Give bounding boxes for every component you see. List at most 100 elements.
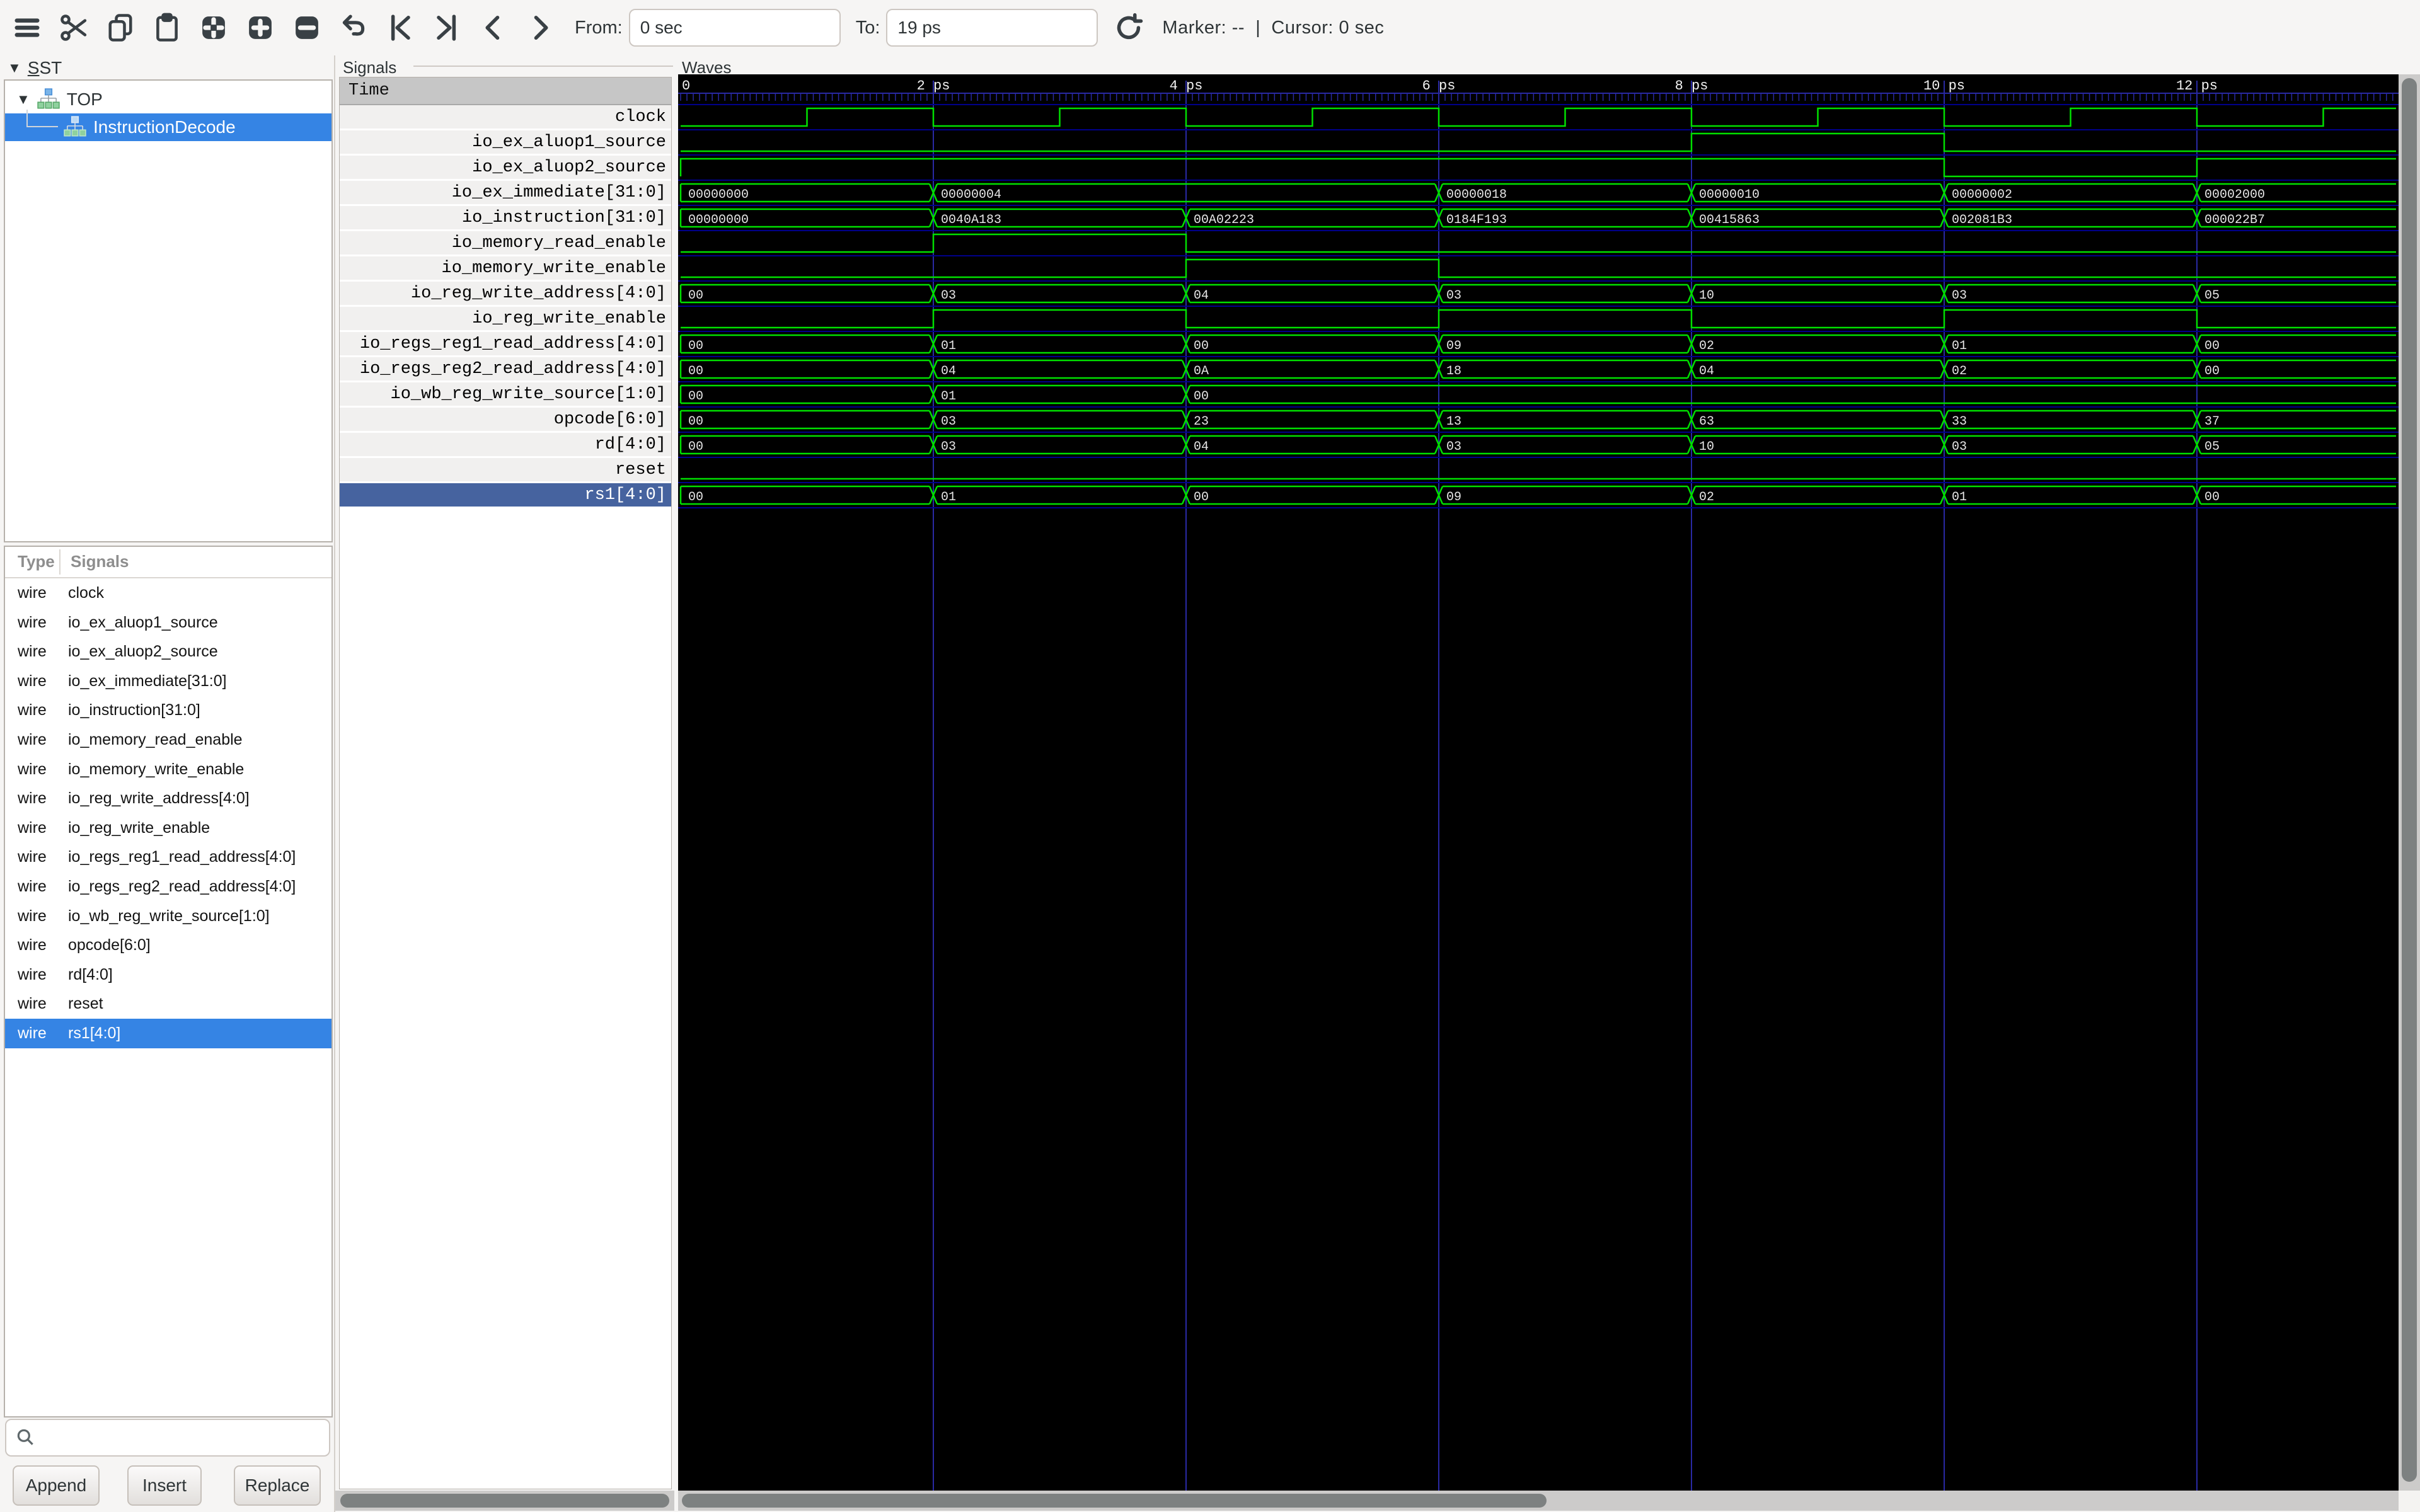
svg-text:00A02223: 00A02223: [1194, 213, 1254, 227]
tree-item-instructiondecode[interactable]: InstructionDecode: [5, 113, 331, 141]
table-row-reset[interactable]: wirereset: [5, 989, 331, 1019]
table-row-io_regs_reg1_read_address[4:0][interactable]: wireio_regs_reg1_read_address[4:0]: [5, 842, 331, 872]
svg-text:0040A183: 0040A183: [941, 213, 1001, 227]
undo-icon[interactable]: [334, 8, 373, 47]
signal-name-rs1[4:0][interactable]: rs1[4:0]: [340, 483, 671, 508]
table-row-io_instruction[31:0][interactable]: wireio_instruction[31:0]: [5, 696, 331, 725]
svg-text:01: 01: [1952, 490, 1967, 505]
signal-name-io_instruction[31:0][interactable]: io_instruction[31:0]: [340, 206, 671, 231]
signal-name-io_ex_immediate[31:0][interactable]: io_ex_immediate[31:0]: [340, 181, 671, 206]
signal-name-opcode[6:0][interactable]: opcode[6:0]: [340, 408, 671, 433]
svg-text:03: 03: [1446, 440, 1461, 454]
svg-text:00: 00: [688, 364, 703, 379]
svg-text:00: 00: [1194, 490, 1209, 505]
zoom-out-icon[interactable]: [287, 8, 326, 47]
type-column-header: Type: [18, 552, 55, 571]
svg-text:000022B7: 000022B7: [2204, 213, 2265, 227]
signal-name-io_ex_aluop1_source[interactable]: io_ex_aluop1_source: [340, 130, 671, 156]
svg-text:00415863: 00415863: [1699, 213, 1760, 227]
wave-canvas[interactable]: 02 ps4 ps6 ps8 ps10 ps12 ps0000000000000…: [678, 74, 2399, 1491]
search-input[interactable]: [43, 1428, 329, 1448]
zoom-in-icon[interactable]: [241, 8, 280, 47]
svg-text:02: 02: [1699, 490, 1714, 505]
signal-name-io_reg_write_address[4:0][interactable]: io_reg_write_address[4:0]: [340, 282, 671, 307]
svg-text:04: 04: [941, 364, 956, 379]
svg-text:00000000: 00000000: [688, 188, 749, 202]
signal-name-rd[4:0][interactable]: rd[4:0]: [340, 433, 671, 458]
table-row-io_ex_aluop1_source[interactable]: wireio_ex_aluop1_source: [5, 608, 331, 638]
table-row-rd[4:0][interactable]: wirerd[4:0]: [5, 960, 331, 990]
signal-name-io_memory_read_enable[interactable]: io_memory_read_enable: [340, 231, 671, 256]
svg-text:0: 0: [682, 78, 690, 94]
signal-name-io_regs_reg2_read_address[4:0][interactable]: io_regs_reg2_read_address[4:0]: [340, 357, 671, 382]
table-row-rs1[4:0][interactable]: wirers1[4:0]: [5, 1019, 331, 1048]
svg-text:00: 00: [1194, 389, 1209, 404]
step-forward-icon[interactable]: [521, 8, 560, 47]
waves-vscrollbar[interactable]: [2399, 74, 2420, 1491]
go-first-icon[interactable]: [381, 8, 420, 47]
signal-name-clock[interactable]: clock: [340, 105, 671, 130]
marker-cursor-status: Marker: -- | Cursor: 0 sec: [1162, 18, 1384, 38]
svg-text:00: 00: [688, 490, 703, 505]
signal-type-table: Type Signals wireclockwireio_ex_aluop1_s…: [4, 546, 333, 1418]
signals-panel-title: Signals: [343, 58, 396, 77]
svg-text:00: 00: [688, 389, 703, 404]
svg-text:00000002: 00000002: [1952, 188, 2012, 202]
signal-name-io_regs_reg1_read_address[4:0][interactable]: io_regs_reg1_read_address[4:0]: [340, 332, 671, 357]
table-row-io_wb_reg_write_source[1:0][interactable]: wireio_wb_reg_write_source[1:0]: [5, 902, 331, 931]
table-row-io_reg_write_address[4:0][interactable]: wireio_reg_write_address[4:0]: [5, 784, 331, 813]
scrollbar-corner: [2399, 1491, 2420, 1512]
signals-hscrollbar[interactable]: [335, 1491, 674, 1511]
scrollbar-thumb[interactable]: [682, 1494, 1547, 1508]
table-row-clock[interactable]: wireclock: [5, 578, 331, 608]
time-header[interactable]: Time: [340, 77, 671, 105]
table-row-io_ex_aluop2_source[interactable]: wireio_ex_aluop2_source: [5, 637, 331, 667]
signal-name-io_memory_write_enable[interactable]: io_memory_write_enable: [340, 256, 671, 282]
append-button[interactable]: Append: [13, 1465, 100, 1506]
step-back-icon[interactable]: [474, 8, 513, 47]
replace-button[interactable]: Replace: [234, 1465, 321, 1506]
collapse-triangle-icon[interactable]: ▼: [8, 60, 21, 76]
zoom-fit-icon[interactable]: [194, 8, 233, 47]
menu-icon[interactable]: [8, 8, 47, 47]
svg-text:002081B3: 002081B3: [1952, 213, 2012, 227]
svg-text:01: 01: [1952, 339, 1967, 353]
go-last-icon[interactable]: [427, 8, 466, 47]
svg-text:37: 37: [2204, 415, 2220, 429]
svg-text:0184F193: 0184F193: [1446, 213, 1507, 227]
waves-hscrollbar[interactable]: [678, 1491, 2399, 1511]
cut-icon[interactable]: [54, 8, 93, 47]
sst-section-header[interactable]: ▼ SST: [8, 58, 62, 78]
svg-text:01: 01: [941, 490, 956, 505]
table-row-io_memory_write_enable[interactable]: wireio_memory_write_enable: [5, 755, 331, 784]
table-row-io_memory_read_enable[interactable]: wireio_memory_read_enable: [5, 725, 331, 755]
paste-icon[interactable]: [147, 8, 187, 47]
sst-label: SST: [28, 58, 62, 78]
table-row-io_regs_reg2_read_address[4:0][interactable]: wireio_regs_reg2_read_address[4:0]: [5, 872, 331, 902]
signal-name-io_ex_aluop2_source[interactable]: io_ex_aluop2_source: [340, 156, 671, 181]
signal-search-box[interactable]: [5, 1419, 330, 1457]
expander-triangle-icon[interactable]: ▼: [16, 91, 30, 108]
signal-name-io_wb_reg_write_source[1:0][interactable]: io_wb_reg_write_source[1:0]: [340, 382, 671, 408]
table-row-io_reg_write_enable[interactable]: wireio_reg_write_enable: [5, 813, 331, 843]
reload-icon[interactable]: [1109, 8, 1148, 47]
signal-name-reset[interactable]: reset: [340, 458, 671, 483]
svg-text:03: 03: [941, 440, 956, 454]
table-header[interactable]: Type Signals: [5, 547, 331, 578]
scrollbar-thumb[interactable]: [2402, 78, 2417, 1482]
table-row-opcode[6:0][interactable]: wireopcode[6:0]: [5, 931, 331, 960]
svg-text:10 ps: 10 ps: [1923, 78, 1965, 94]
module-icon: [37, 88, 60, 112]
from-input[interactable]: [629, 9, 841, 47]
insert-button[interactable]: Insert: [127, 1465, 202, 1506]
pane-divider[interactable]: [334, 55, 335, 1512]
signals-column-header: Signals: [71, 552, 129, 571]
signal-name-io_reg_write_enable[interactable]: io_reg_write_enable: [340, 307, 671, 332]
copy-icon[interactable]: [101, 8, 140, 47]
scrollbar-thumb[interactable]: [340, 1494, 669, 1508]
table-row-io_ex_immediate[31:0][interactable]: wireio_ex_immediate[31:0]: [5, 667, 331, 696]
svg-text:33: 33: [1952, 415, 1967, 429]
to-input[interactable]: [886, 9, 1098, 47]
svg-text:01: 01: [941, 339, 956, 353]
toolbar: From: To: Marker: -- | Cursor: 0 sec: [0, 0, 2420, 55]
